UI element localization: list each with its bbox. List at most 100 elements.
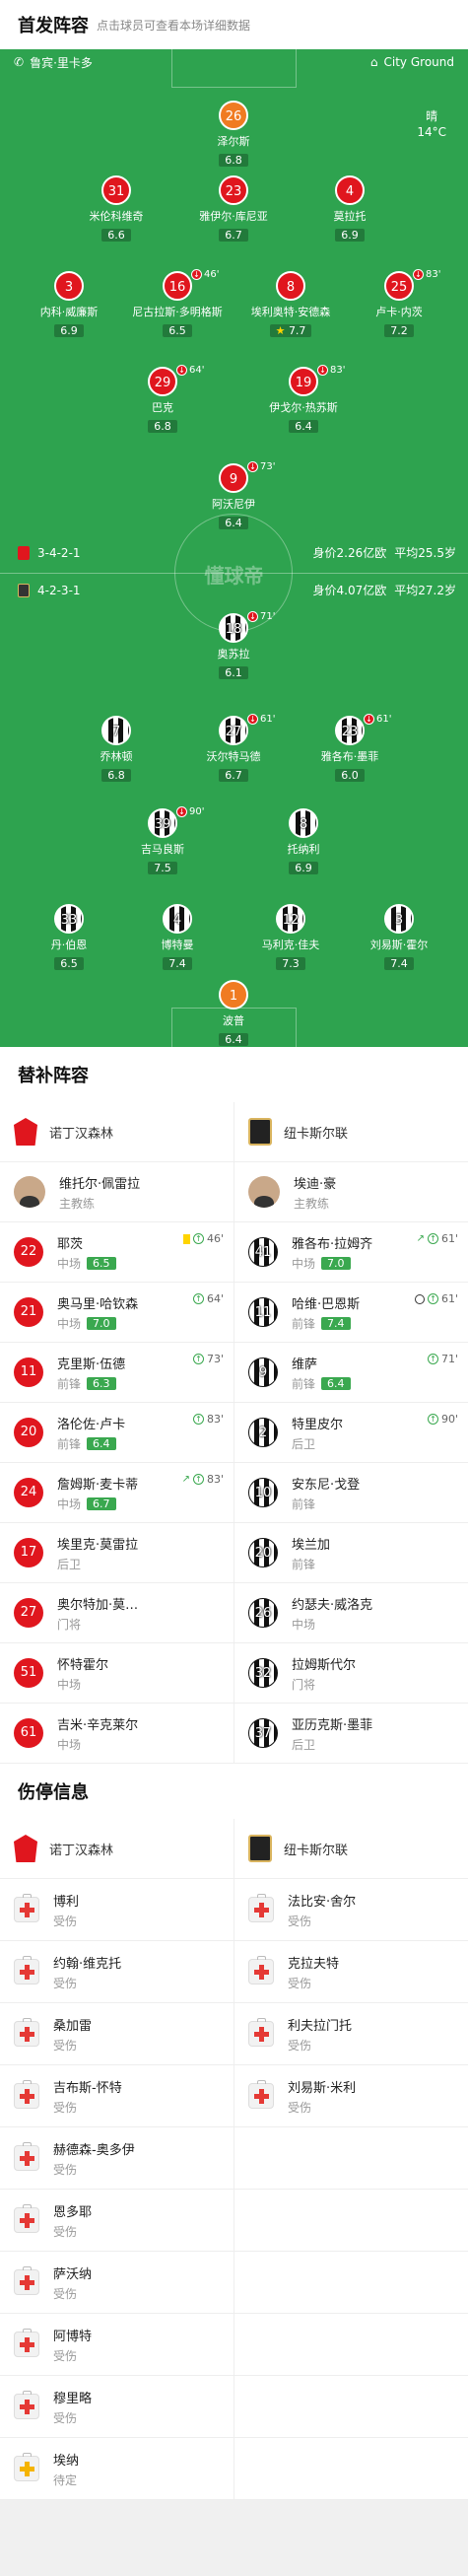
sub-player-home[interactable]: 22 耶茨 中场 6.5 ↑ 46'	[0, 1222, 234, 1282]
sub-minute: 71'	[440, 1353, 458, 1365]
player-home[interactable]: 19 ↓ 83' 伊戈尔·热苏斯 6.4	[254, 365, 353, 434]
injured-player-away[interactable]: 利夫拉门托 受伤	[234, 2003, 468, 2064]
sub-player-home[interactable]: 17 埃里克·莫雷拉 后卫	[0, 1523, 234, 1582]
player-rating: 7.0	[87, 1316, 116, 1330]
sub-player-away[interactable]: 9 维萨 前锋 6.4 ↑ 71'	[234, 1343, 468, 1402]
player-position: 前锋	[57, 1376, 82, 1391]
injured-player-home[interactable]: 约翰·维克托 受伤	[0, 1941, 234, 2002]
sub-event: ↑ 71'	[427, 1353, 458, 1365]
empty-cell	[234, 2438, 468, 2499]
injured-player-home[interactable]: 穆里略 受伤	[0, 2376, 234, 2437]
player-home[interactable]: 16 ↓ 46' 尼古拉斯·多明格斯 6.5	[128, 269, 227, 338]
shirt-number: 24	[14, 1478, 43, 1507]
sub-player-away[interactable]: 11 哈维·巴恩斯 前锋 7.4 ↑ 61'	[234, 1283, 468, 1342]
sub-player-home[interactable]: 51 怀特霍尔 中场	[0, 1643, 234, 1703]
medical-kit-icon	[248, 1894, 274, 1922]
injured-player-away[interactable]: 法比安·舍尔 受伤	[234, 1879, 468, 1940]
player-rating: 6.3	[87, 1376, 116, 1390]
player-home[interactable]: 25 ↓ 83' 卢卡·内茨 7.2	[350, 269, 448, 338]
nottingham-forest-crest-icon	[14, 1118, 37, 1146]
sub-out-badge: ↓ 83'	[413, 269, 440, 280]
player-rating: ★ 7.7	[269, 324, 312, 337]
away-coach[interactable]: 埃迪·豪 主教练	[234, 1162, 468, 1221]
sub-player-away[interactable]: 37 亚历克斯·墨菲 后卫	[234, 1704, 468, 1763]
player-away[interactable]: 27 ↓ 61' 沃尔特马德 6.7	[184, 714, 283, 783]
injury-status: 受伤	[288, 2100, 312, 2115]
player-away[interactable]: 18 ↓ 71' 奥苏拉 6.1	[184, 611, 283, 680]
home-team-cell: 诺丁汉森林	[0, 1819, 234, 1878]
sub-minute: 61'	[440, 1232, 458, 1245]
player-away[interactable]: 39 ↓ 90' 吉马良斯 7.5	[113, 806, 212, 875]
player-away[interactable]: 3 刘易斯·霍尔 7.4	[350, 904, 448, 971]
injured-player-away[interactable]: 刘易斯·米利 受伤	[234, 2065, 468, 2126]
injured-player-home[interactable]: 吉布斯-怀特 受伤	[0, 2065, 234, 2126]
shirt-number: 19	[289, 367, 318, 396]
player-away[interactable]: 23 ↓ 61' 雅各布·墨菲 6.0	[301, 714, 399, 783]
sub-player-home[interactable]: 27 奥尔特加·莫… 门将	[0, 1583, 234, 1642]
sub-player-away[interactable]: 20 埃兰加 前锋	[234, 1523, 468, 1582]
sub-player-home[interactable]: 21 奥马里·哈钦森 中场 7.0 ↑ 64'	[0, 1283, 234, 1342]
medical-kit-icon	[14, 2266, 39, 2295]
player-rating: 6.9	[335, 229, 365, 242]
player-home[interactable]: 9 ↓ 73' 阿沃尼伊 6.4	[184, 461, 283, 530]
sub-player-away[interactable]: 10 安东尼·戈登 前锋	[234, 1463, 468, 1522]
sub-player-away[interactable]: 32 拉姆斯代尔 门将	[234, 1643, 468, 1703]
player-home[interactable]: 29 ↓ 64' 巴克 6.8	[113, 365, 212, 434]
sub-player-away[interactable]: 41 雅各布·拉姆齐 中场 7.0 ↗ ↑ 61'	[234, 1222, 468, 1282]
player-home[interactable]: 3 内科·威廉斯 6.9	[20, 271, 118, 338]
player-away[interactable]: 7 乔林顿 6.8	[67, 716, 166, 783]
sub-player-away[interactable]: 2 特里皮尔 后卫 ↑ 90'	[234, 1403, 468, 1462]
player-home[interactable]: 23 雅伊尔·库尼亚 6.7	[184, 175, 283, 243]
player-away[interactable]: 4 博特曼 7.4	[128, 904, 227, 971]
injured-player-home[interactable]: 桑加雷 受伤	[0, 2003, 234, 2064]
shirt-number: 29	[148, 367, 177, 396]
medical-kit-icon	[14, 1956, 39, 1984]
sub-player-home[interactable]: 11 克里斯·伍德 前锋 6.3 ↑ 73'	[0, 1343, 234, 1402]
sub-player-away[interactable]: 26 约瑟夫·威洛克 中场	[234, 1583, 468, 1642]
sub-event: ↗ ↑ 61'	[417, 1232, 458, 1245]
shirt-number: 4	[163, 904, 192, 934]
home-team-name: 诺丁汉森林	[49, 1843, 114, 1858]
player-name: 阿沃尼伊	[212, 498, 255, 511]
injured-player-home[interactable]: 萨沃纳 受伤	[0, 2252, 234, 2313]
injured-player-home[interactable]: 赫德森-奥多伊 受伤	[0, 2127, 234, 2189]
player-position: 中场	[292, 1256, 316, 1271]
player-home-gk[interactable]: 26 泽尔斯 6.8	[184, 101, 283, 168]
player-home[interactable]: 31 米伦科维奇 6.6	[67, 175, 166, 243]
player-rating: 6.7	[219, 229, 248, 242]
injured-player-away[interactable]: 克拉夫特 受伤	[234, 1941, 468, 2002]
sub-event: ↑ 64'	[192, 1292, 224, 1305]
sub-player-home[interactable]: 20 洛伦佐·卢卡 前锋 6.4 ↑ 83'	[0, 1403, 234, 1462]
medical-kit-icon	[14, 2080, 39, 2109]
sub-in-icon: ↑	[192, 1354, 204, 1364]
sub-out-icon: ↓	[176, 806, 187, 817]
player-name: 特里皮尔	[292, 1417, 344, 1432]
player-away-gk[interactable]: 1 波普 6.4	[184, 980, 283, 1047]
player-name: 赫德森-奥多伊	[53, 2142, 135, 2158]
player-name: 雅各布·拉姆齐	[292, 1236, 373, 1252]
home-coach[interactable]: 维托尔·佩雷拉 主教练	[0, 1162, 234, 1221]
injured-player-home[interactable]: 恩多耶 受伤	[0, 2190, 234, 2251]
sub-player-home[interactable]: 61 吉米·辛克莱尔 中场	[0, 1704, 234, 1763]
player-away[interactable]: 8 托纳利 6.9	[254, 808, 353, 875]
whistle-icon: ✆	[14, 55, 25, 69]
injury-status: 待定	[53, 2472, 78, 2487]
injured-player-home[interactable]: 博利 受伤	[0, 1879, 234, 1940]
shirt-number: 8	[276, 271, 305, 301]
player-position: 前锋	[57, 1436, 82, 1451]
player-home[interactable]: 8 埃利奥特·安德森 ★ 7.7	[241, 271, 340, 338]
player-away[interactable]: 12 马利克·佳夫 7.3	[241, 904, 340, 971]
player-name: 利夫拉门托	[288, 2018, 353, 2034]
injured-player-home[interactable]: 埃纳 待定	[0, 2438, 234, 2499]
sub-out-icon: ↓	[247, 611, 258, 622]
assist-icon: ↗	[181, 1474, 190, 1485]
sub-out-badge: ↓ 83'	[317, 365, 345, 376]
injured-player-home[interactable]: 阿博特 受伤	[0, 2314, 234, 2375]
sub-out-icon: ↓	[176, 365, 187, 376]
player-rating: 6.8	[148, 420, 177, 433]
player-away[interactable]: 33 丹·伯恩 6.5	[20, 904, 118, 971]
player-rating: 6.6	[101, 229, 131, 242]
venue-name: City Ground	[383, 55, 454, 69]
player-home[interactable]: 4 莫拉托 6.9	[301, 175, 399, 243]
sub-player-home[interactable]: 24 詹姆斯·麦卡蒂 中场 6.7 ↗ ↑ 83'	[0, 1463, 234, 1522]
